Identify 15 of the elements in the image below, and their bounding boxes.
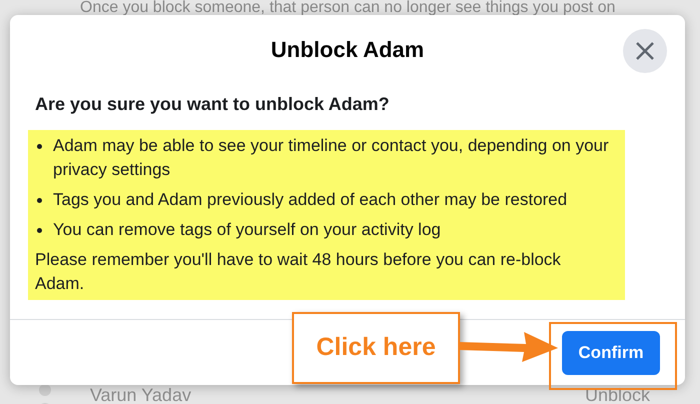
confirm-button[interactable]: Confirm bbox=[562, 330, 660, 374]
close-button[interactable] bbox=[623, 29, 667, 73]
note-text: Please remember you'll have to wait 48 hours before you can re-block Adam. bbox=[35, 249, 562, 295]
bullet-icon bbox=[37, 144, 42, 149]
confirmation-question: Are you sure you want to unblock Adam? bbox=[35, 93, 390, 116]
dialog-title: Unblock Adam bbox=[270, 36, 424, 64]
callout-text: Click here bbox=[316, 332, 436, 364]
bullet-text: You can remove tags of yourself on your activity log bbox=[53, 219, 441, 241]
bullet-icon bbox=[37, 198, 42, 203]
user-name: Varun Yadav bbox=[90, 384, 192, 404]
bullet-text: Adam may be able to see your timeline or contact you, depending on your privacy settings bbox=[53, 135, 610, 181]
close-icon bbox=[635, 41, 655, 61]
bullet-text: Tags you and Adam previously added of each other may be restored bbox=[53, 189, 568, 211]
background-text: Once you block someone, that person can no longer see things you post on bbox=[79, 0, 616, 15]
bullet-icon bbox=[37, 228, 42, 233]
